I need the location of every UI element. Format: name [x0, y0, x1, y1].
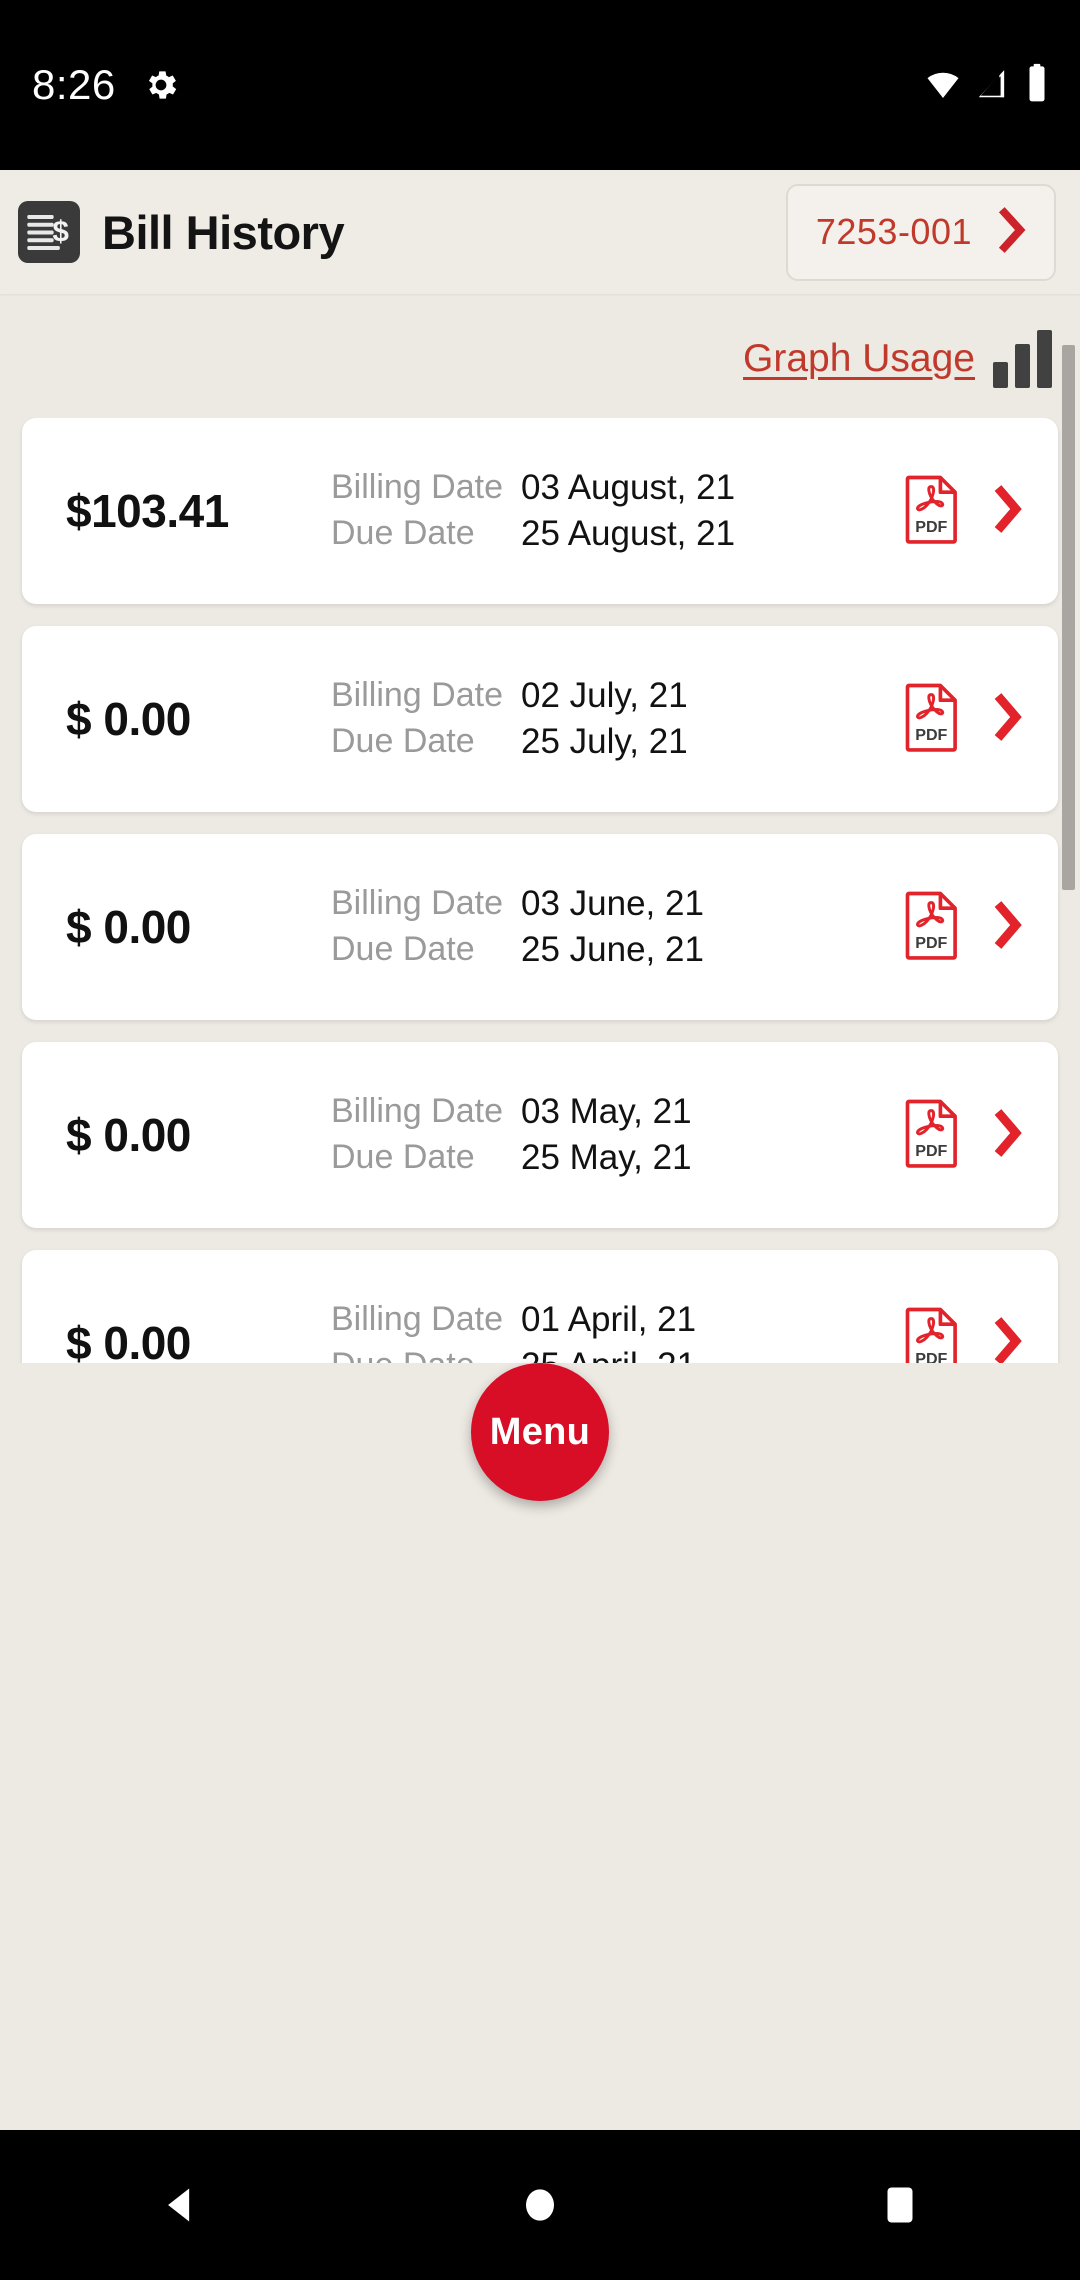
chevron-right-icon[interactable]: [990, 691, 1024, 748]
graph-usage-row: Graph Usage: [0, 294, 1080, 424]
pdf-file-icon[interactable]: PDF: [904, 682, 960, 757]
bill-amount: $ 0.00: [66, 1109, 191, 1161]
billing-date-value: 03 June, 21: [520, 884, 704, 923]
bill-dates: Billing Date 03 May, 21 Due Date 25 May, 21: [331, 1092, 894, 1178]
bill-invoice-icon: $: [18, 201, 80, 263]
pdf-file-icon[interactable]: PDF: [904, 1306, 960, 1363]
due-date-label: Due Date: [331, 514, 475, 552]
page-title: Bill History: [102, 205, 345, 259]
bill-row-actions: PDF: [904, 1306, 1024, 1363]
billing-date-label: Billing Date: [331, 1092, 503, 1130]
svg-text:PDF: PDF: [915, 1142, 947, 1160]
billing-date-label: Billing Date: [331, 1300, 503, 1338]
pdf-file-icon[interactable]: PDF: [904, 1098, 960, 1173]
bill-dates: Billing Date 03 August, 21 Due Date 25 Augu…: [331, 468, 894, 554]
due-date-label: Due Date: [331, 1138, 475, 1176]
billing-date-label: Billing Date: [331, 468, 503, 506]
svg-text:PDF: PDF: [915, 726, 947, 744]
bill-history-list[interactable]: $103.41 Billing Date 03 August, 21 Due Date…: [0, 418, 1080, 1363]
status-bar: 8:26: [0, 0, 1080, 170]
billing-date-value: 03 May, 21: [520, 1092, 692, 1131]
bill-amount: $ 0.00: [66, 693, 191, 745]
recents-square-icon[interactable]: [800, 2130, 1000, 2280]
chevron-right-icon[interactable]: [990, 483, 1024, 540]
bill-card[interactable]: $ 0.00 Billing Date 03 May, 21 Due Date 25 M…: [22, 1042, 1058, 1228]
home-circle-icon[interactable]: [440, 2130, 640, 2280]
chevron-right-icon[interactable]: [990, 1107, 1024, 1164]
bill-amount: $ 0.00: [66, 1317, 191, 1363]
bill-card[interactable]: $ 0.00 Billing Date 02 July, 21 Due Date 25 …: [22, 626, 1058, 812]
gear-icon: [142, 66, 180, 104]
bill-card[interactable]: $103.41 Billing Date 03 August, 21 Due Date…: [22, 418, 1058, 604]
graph-usage-link[interactable]: Graph Usage: [743, 337, 975, 381]
status-bar-clock: 8:26: [32, 61, 116, 108]
svg-text:PDF: PDF: [915, 1350, 947, 1363]
app-bar: $ Bill History 7253-001: [0, 170, 1080, 294]
bill-dates: Billing Date 02 July, 21 Due Date 25 July, …: [331, 676, 894, 762]
svg-text:PDF: PDF: [915, 934, 947, 952]
bill-row-actions: PDF: [904, 1098, 1024, 1173]
chevron-right-icon: [996, 206, 1026, 259]
back-triangle-icon[interactable]: [80, 2130, 280, 2280]
pdf-file-icon[interactable]: PDF: [904, 474, 960, 549]
account-selector-button[interactable]: 7253-001: [785, 183, 1056, 281]
due-date-value: 25 August, 21: [520, 514, 736, 553]
due-date-value: 25 April, 21: [521, 1346, 696, 1363]
account-number-label: 7253-001: [815, 211, 972, 252]
battery-icon: [1024, 63, 1050, 108]
billing-date-value: 01 April, 21: [520, 1300, 697, 1339]
due-date-value: 25 July, 21: [520, 722, 688, 761]
billing-date-value: 03 August, 21: [520, 468, 736, 507]
bill-dates: Billing Date 01 April, 21 Due Date 25 April…: [331, 1300, 894, 1363]
wifi-icon: [924, 64, 962, 107]
bill-amount: $ 0.00: [66, 901, 191, 953]
due-date-label: Due Date: [331, 722, 475, 760]
due-date-value: 25 June, 21: [520, 930, 704, 969]
app-screen: 8:26 $ Bill History 7253-001 Graph Usage…: [0, 0, 1080, 2280]
bill-row-actions: PDF: [904, 890, 1024, 965]
chevron-right-icon[interactable]: [990, 899, 1024, 956]
cellular-signal-icon: [974, 64, 1012, 107]
due-date-label: Due Date: [331, 1346, 503, 1363]
bill-card[interactable]: $ 0.00 Billing Date 03 June, 21 Due Date 25 …: [22, 834, 1058, 1020]
bill-row-actions: PDF: [904, 474, 1024, 549]
list-scrollbar[interactable]: [1062, 345, 1075, 890]
bill-dates: Billing Date 03 June, 21 Due Date 25 June, …: [331, 884, 894, 970]
bill-row-actions: PDF: [904, 682, 1024, 757]
bar-chart-icon[interactable]: [993, 330, 1052, 388]
svg-text:$: $: [52, 215, 68, 248]
status-bar-indicators: [924, 63, 1050, 108]
android-navigation-bar: [0, 2130, 1080, 2280]
billing-date-value: 02 July, 21: [520, 676, 688, 715]
billing-date-label: Billing Date: [331, 676, 503, 714]
svg-text:PDF: PDF: [915, 518, 947, 536]
bill-card[interactable]: $ 0.00 Billing Date 01 April, 21 Due Date 25…: [22, 1250, 1058, 1363]
due-date-value: 25 May, 21: [520, 1138, 692, 1177]
menu-fab-button[interactable]: Menu: [471, 1363, 609, 1501]
bill-amount: $103.41: [66, 485, 229, 537]
chevron-right-icon[interactable]: [990, 1315, 1024, 1363]
billing-date-label: Billing Date: [331, 884, 503, 922]
due-date-label: Due Date: [331, 930, 475, 968]
pdf-file-icon[interactable]: PDF: [904, 890, 960, 965]
